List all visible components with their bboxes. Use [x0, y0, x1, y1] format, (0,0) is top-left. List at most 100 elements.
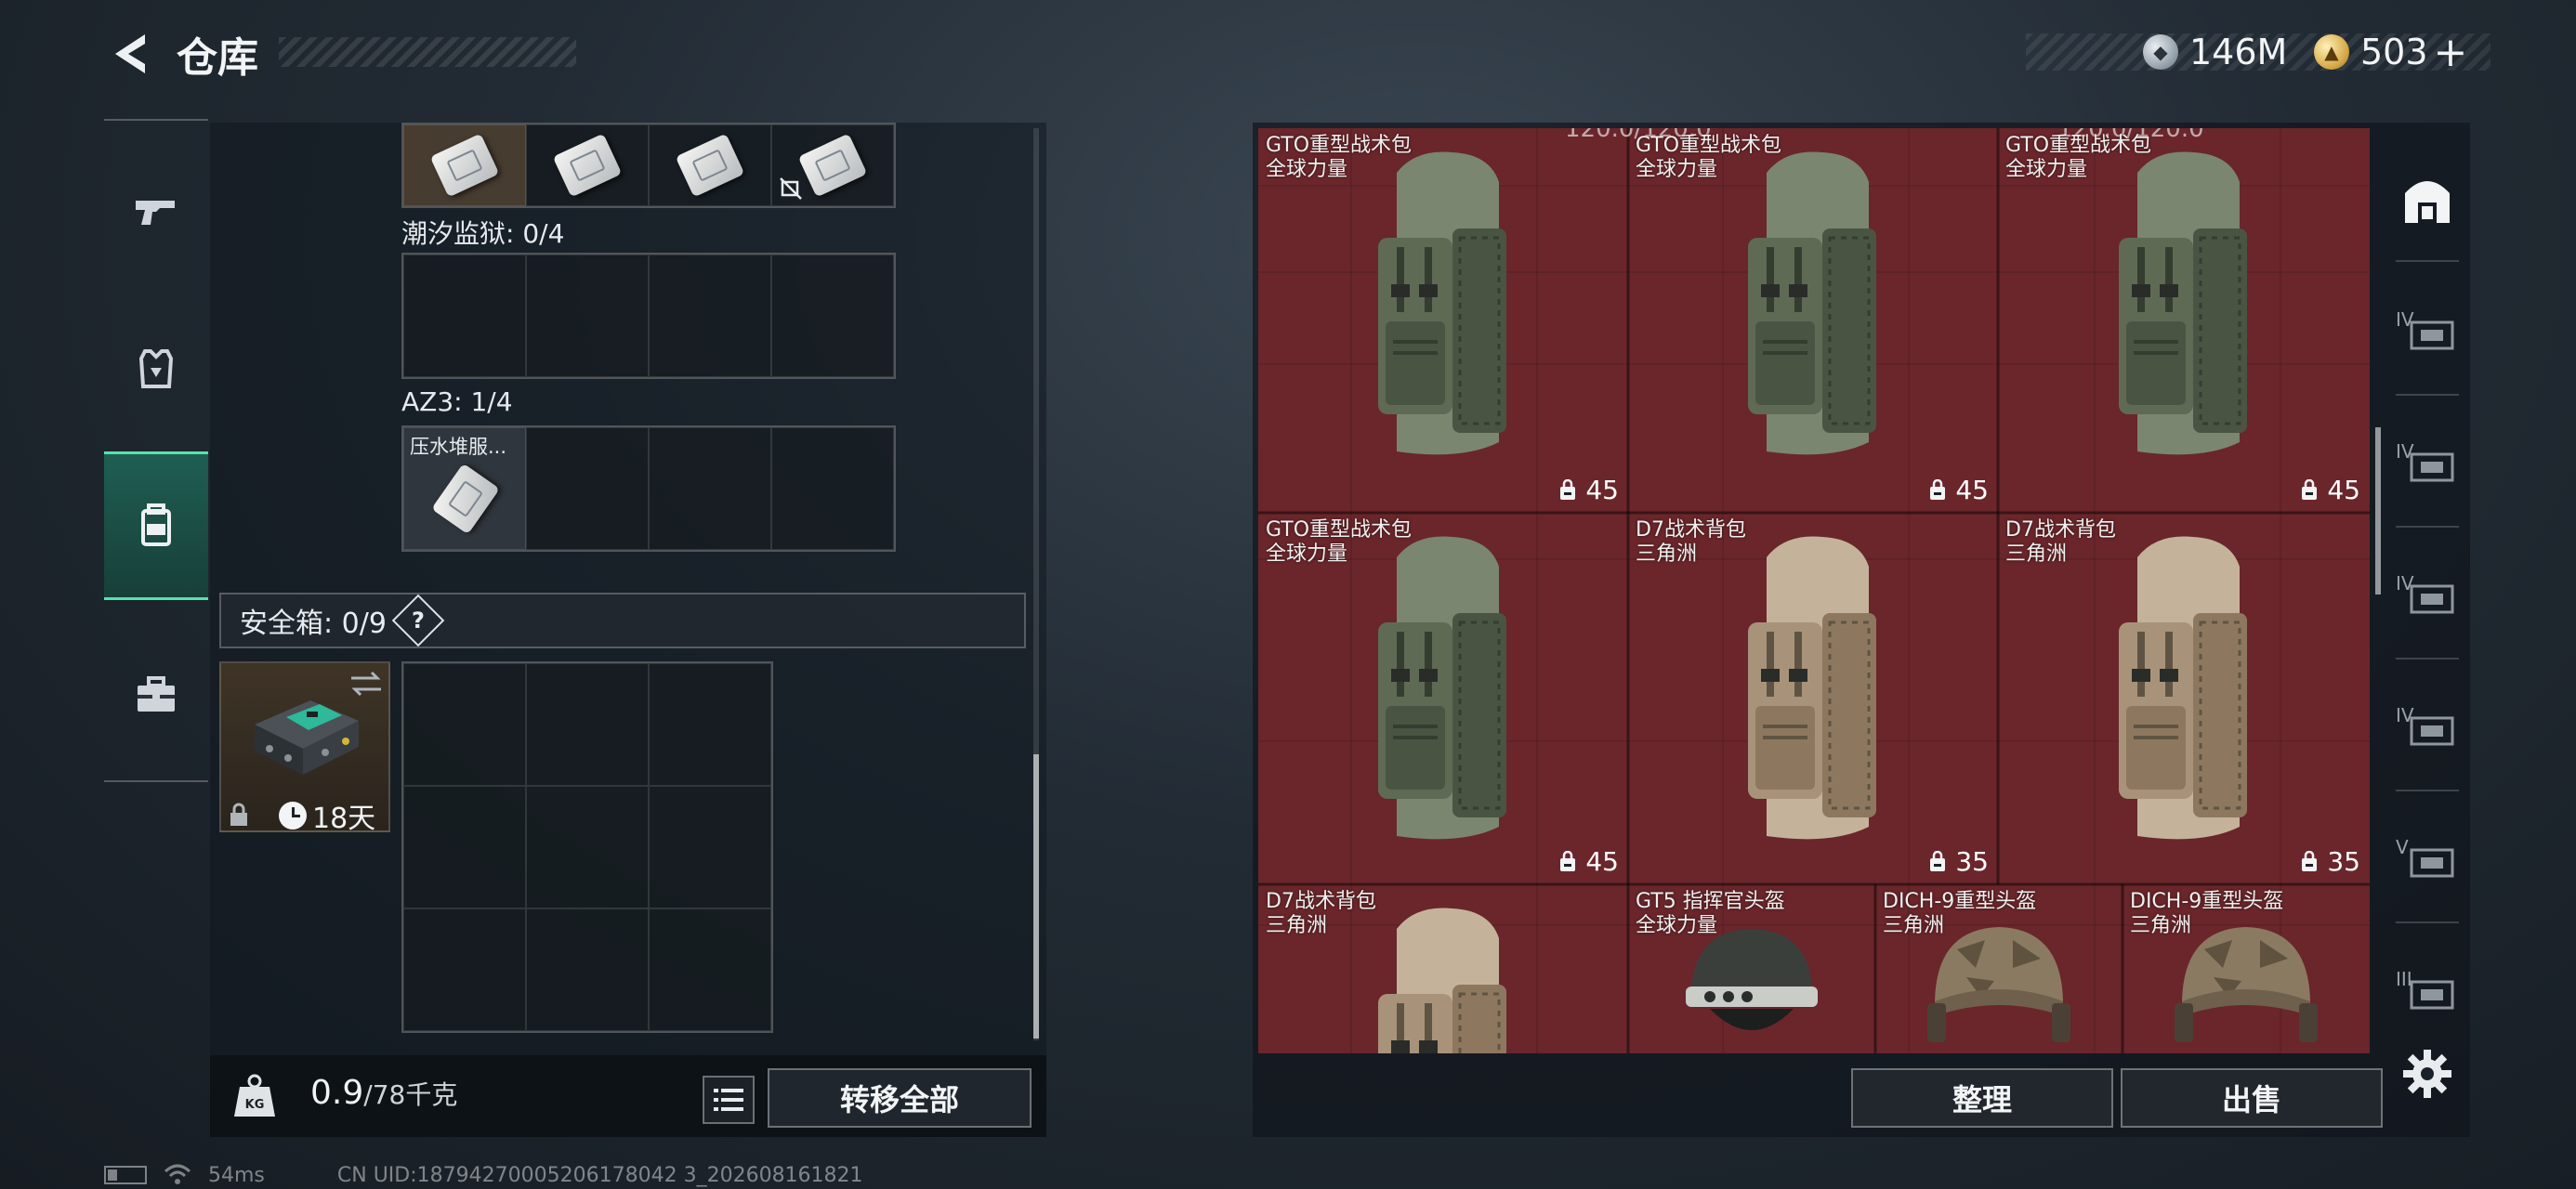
tier-item-icon [2410, 716, 2454, 746]
item-image-wrap [1729, 529, 1897, 868]
sidebar-divider [2396, 790, 2459, 791]
days-remaining: 18天 [312, 803, 376, 835]
empty-slot[interactable] [526, 908, 649, 1031]
safebox-item[interactable]: 18天 [219, 661, 390, 835]
safebox-case-icon [255, 700, 359, 775]
list-icon [714, 1089, 743, 1111]
no-entry-icon [780, 177, 802, 200]
left-scrollbar-thumb[interactable] [1033, 754, 1039, 1039]
help-icon[interactable]: ? [391, 594, 445, 647]
tier-filter-item[interactable]: III [2385, 929, 2470, 1048]
tier-filter-item[interactable]: IV [2385, 665, 2470, 784]
page-title: 仓库 [177, 34, 258, 82]
safebox-label: 安全箱: 0/9 [240, 608, 387, 640]
stash-scrollbar-thumb[interactable] [2375, 427, 2381, 594]
transfer-all-button[interactable]: 转移全部 [768, 1068, 1032, 1128]
nav-divider [104, 780, 208, 782]
stash-filter-sidebar: IV IV IV IV V III [2385, 130, 2470, 1059]
item-name: D7战术背包 三角洲 [2005, 518, 2116, 567]
empty-slot[interactable] [649, 908, 771, 1031]
svg-text:KG: KG [245, 1098, 265, 1112]
empty-slot[interactable] [649, 786, 771, 908]
backpack-image [1748, 536, 1876, 840]
keycard-slot[interactable] [526, 124, 649, 206]
sidebar-divider [2396, 394, 2459, 396]
empty-slot[interactable] [526, 255, 649, 377]
gold-currency[interactable]: ▲ 503 + [2314, 28, 2467, 76]
weight-capacity: /78千克 [363, 1079, 458, 1110]
stash-item-tile[interactable]: GT5 指挥官头盔 全球力量 [1628, 884, 1875, 1053]
tier-item-icon [2410, 320, 2454, 350]
title-decoration [279, 37, 576, 67]
item-name: 压水堆服... [410, 436, 507, 458]
filter-all[interactable] [2385, 139, 2470, 258]
stash-item-tile[interactable]: D7战术背包 三角洲 [1258, 884, 1628, 1053]
item-title: DICH-9重型头盔 [2130, 890, 2284, 913]
nav-item-armor[interactable] [104, 295, 208, 444]
stash-item-tile[interactable]: GTO重型战术包 全球力量 45 [1628, 128, 1998, 513]
sell-button[interactable]: 出售 [2121, 1068, 2383, 1128]
item-title: GTO重型战术包 [1266, 134, 1413, 157]
keycard-slot[interactable] [649, 124, 771, 206]
swap-icon[interactable] [348, 669, 385, 699]
empty-slot[interactable] [526, 786, 649, 908]
nav-divider [104, 119, 208, 121]
empty-slot[interactable] [649, 663, 771, 786]
sidebar-divider [2396, 921, 2459, 923]
clock-icon [279, 802, 307, 830]
empty-slot[interactable] [649, 427, 771, 550]
stash-item-tile[interactable]: GTO重型战术包 全球力量 45 [1258, 128, 1628, 513]
sort-button[interactable]: 整理 [1851, 1068, 2113, 1128]
tier-filter-item[interactable]: IV [2385, 269, 2470, 388]
uid-readout: CN UID:18794270005206178042 3_2026081618… [336, 1163, 863, 1187]
empty-slot[interactable] [771, 427, 894, 550]
keycard-icon [675, 133, 745, 198]
empty-slot[interactable] [403, 908, 526, 1031]
nav-item-backpack[interactable] [104, 451, 208, 600]
item-name: DICH-9重型头盔 三角洲 [1883, 890, 2036, 938]
item-faction: 三角洲 [2005, 542, 2068, 566]
keycard-slot[interactable] [403, 124, 526, 206]
back-button[interactable] [102, 28, 158, 80]
tier-filter-item[interactable]: IV [2385, 533, 2470, 652]
silver-coin-icon: ◆ [2143, 34, 2178, 70]
nav-item-case[interactable] [104, 621, 208, 769]
tier-filter-item[interactable]: IV [2385, 401, 2470, 520]
empty-slot[interactable] [403, 255, 526, 377]
tier-label: III [2396, 968, 2412, 990]
backpack-image [1378, 151, 1506, 455]
capacity-icon [2302, 478, 2318, 500]
stash-item-tile[interactable]: GTO重型战术包 全球力量 45 [1998, 128, 2370, 513]
empty-slot[interactable] [526, 663, 649, 786]
stash-item-tile[interactable]: D7战术背包 三角洲 35 [1998, 513, 2370, 884]
inventory-footer: KG 0.9/78千克 转移全部 [210, 1055, 1046, 1137]
stash-item-tile[interactable]: D7战术背包 三角洲 35 [1628, 513, 1998, 884]
backpack-image [1748, 151, 1876, 455]
stash-item-tile[interactable]: GTO重型战术包 全球力量 45 [1258, 513, 1628, 884]
empty-slot[interactable] [649, 255, 771, 377]
backpack-icon [141, 503, 171, 546]
keycard-slot[interactable] [771, 124, 894, 206]
backpack-image [1378, 536, 1506, 840]
tier-label: V [2396, 836, 2409, 858]
item-faction: 三角洲 [1883, 914, 1945, 937]
item-name: D7战术背包 三角洲 [1266, 890, 1376, 938]
stash-item-tile[interactable]: DICH-9重型头盔 三角洲 [1875, 884, 2123, 1053]
wifi-icon [164, 1164, 191, 1184]
list-view-button[interactable] [703, 1076, 755, 1124]
empty-slot[interactable] [771, 255, 894, 377]
add-gold-icon[interactable]: + [2434, 29, 2468, 76]
tier-filter-item[interactable]: V [2385, 797, 2470, 916]
item-faction: 全球力量 [2005, 158, 2088, 181]
empty-slot[interactable] [403, 663, 526, 786]
item-image-wrap [1360, 901, 1527, 1053]
empty-slot[interactable] [403, 786, 526, 908]
lock-icon [230, 803, 247, 826]
capacity-value: 45 [1585, 846, 1619, 877]
empty-slot[interactable] [526, 427, 649, 550]
stash-item-tile[interactable]: DICH-9重型头盔 三角洲 [2123, 884, 2370, 1053]
settings-gear-icon[interactable] [2399, 1046, 2455, 1102]
nav-item-weapon[interactable] [104, 137, 208, 286]
item-slot-az3-card[interactable]: 压水堆服... [403, 427, 526, 550]
tier-item-icon [2410, 848, 2454, 878]
